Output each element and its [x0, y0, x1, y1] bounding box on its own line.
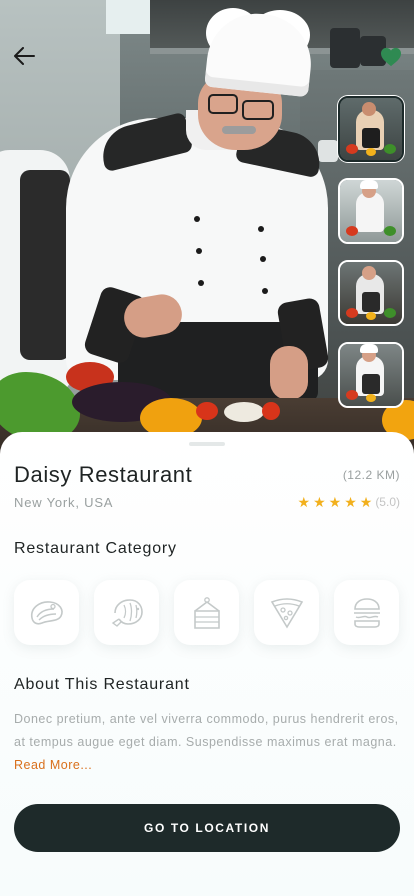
jacket-button	[198, 280, 204, 286]
restaurant-detail-screen: Daisy Restaurant (12.2 KM) New York, USA…	[0, 0, 414, 896]
jacket-button	[260, 256, 266, 262]
background-cook-apron	[20, 170, 70, 360]
hanging-pot	[330, 28, 360, 68]
about-text: Donec pretium, ante vel viverra commodo,…	[14, 712, 399, 749]
thumbnail-veg	[384, 226, 396, 236]
arrow-left-icon	[14, 47, 35, 65]
thumbnail-person	[362, 128, 380, 148]
jacket-button	[258, 226, 264, 232]
shrimp-icon	[111, 598, 143, 627]
hero-photo	[0, 0, 414, 470]
star-icon: ★	[328, 494, 342, 510]
thumbnail-person	[362, 102, 376, 116]
tomato	[196, 402, 218, 420]
jacket-button	[196, 248, 202, 254]
jacket-button	[262, 288, 268, 294]
detail-sheet: Daisy Restaurant (12.2 KM) New York, USA…	[0, 432, 414, 896]
thumbnail-veg	[346, 144, 358, 154]
star-icon: ★	[313, 494, 326, 510]
chef-glasses	[242, 100, 274, 120]
category-shrimp[interactable]	[94, 580, 159, 645]
rating: ★ ★ ★ ★ ★ (5.0)	[298, 495, 401, 509]
category-steak[interactable]	[14, 580, 79, 645]
star-icon: ★	[359, 494, 373, 510]
read-more-link[interactable]: Read More...	[14, 758, 92, 772]
thumbnail-veg	[366, 312, 376, 320]
gallery-thumbnail-3[interactable]	[338, 260, 404, 326]
thumbnail-person	[362, 292, 380, 312]
thumbnail-veg	[384, 308, 396, 318]
burger-icon	[353, 597, 380, 628]
gallery-thumbnail-2[interactable]	[338, 178, 404, 244]
about-description: Donec pretium, ante vel viverra commodo,…	[14, 708, 400, 777]
mushrooms	[224, 402, 264, 422]
gallery-thumbnails	[338, 96, 404, 424]
chef-hand	[270, 346, 308, 400]
thumbnail-veg	[346, 390, 358, 400]
restaurant-location: New York, USA	[14, 495, 114, 510]
cake-icon	[193, 596, 220, 629]
rating-value: (5.0)	[375, 495, 400, 509]
thumbnail-person	[362, 374, 380, 394]
shelf-item	[318, 140, 338, 162]
thumbnail-person	[360, 180, 378, 189]
steak-icon	[30, 600, 63, 625]
category-list	[14, 580, 399, 645]
chef-mustache	[222, 126, 256, 134]
thumbnail-veg	[366, 394, 376, 402]
heart-icon	[381, 47, 401, 67]
about-title: About This Restaurant	[14, 676, 190, 693]
category-burger[interactable]	[334, 580, 399, 645]
thumbnail-person	[356, 192, 384, 232]
back-button[interactable]	[8, 40, 40, 72]
thumbnail-veg	[346, 308, 358, 318]
jacket-button	[194, 216, 200, 222]
restaurant-distance: (12.2 KM)	[342, 468, 400, 482]
thumbnail-veg	[346, 226, 358, 236]
star-icon: ★	[344, 494, 357, 510]
restaurant-name: Daisy Restaurant	[14, 462, 193, 487]
tomato	[262, 402, 280, 420]
star-icon: ★	[297, 494, 311, 510]
sheet-handle[interactable]	[189, 442, 225, 446]
thumbnail-person	[360, 344, 378, 353]
thumbnail-veg	[384, 144, 396, 154]
thumbnail-veg	[366, 148, 376, 156]
gallery-thumbnail-4[interactable]	[338, 342, 404, 408]
category-pizza[interactable]	[254, 580, 319, 645]
category-title: Restaurant Category	[14, 540, 177, 557]
category-cake[interactable]	[174, 580, 239, 645]
go-to-location-button[interactable]: GO TO LOCATION	[14, 804, 400, 852]
favorite-button[interactable]	[378, 44, 404, 70]
chef-glasses	[208, 94, 238, 114]
pizza-icon	[270, 597, 303, 629]
gallery-thumbnail-1[interactable]	[338, 96, 404, 162]
thumbnail-person	[362, 266, 376, 280]
